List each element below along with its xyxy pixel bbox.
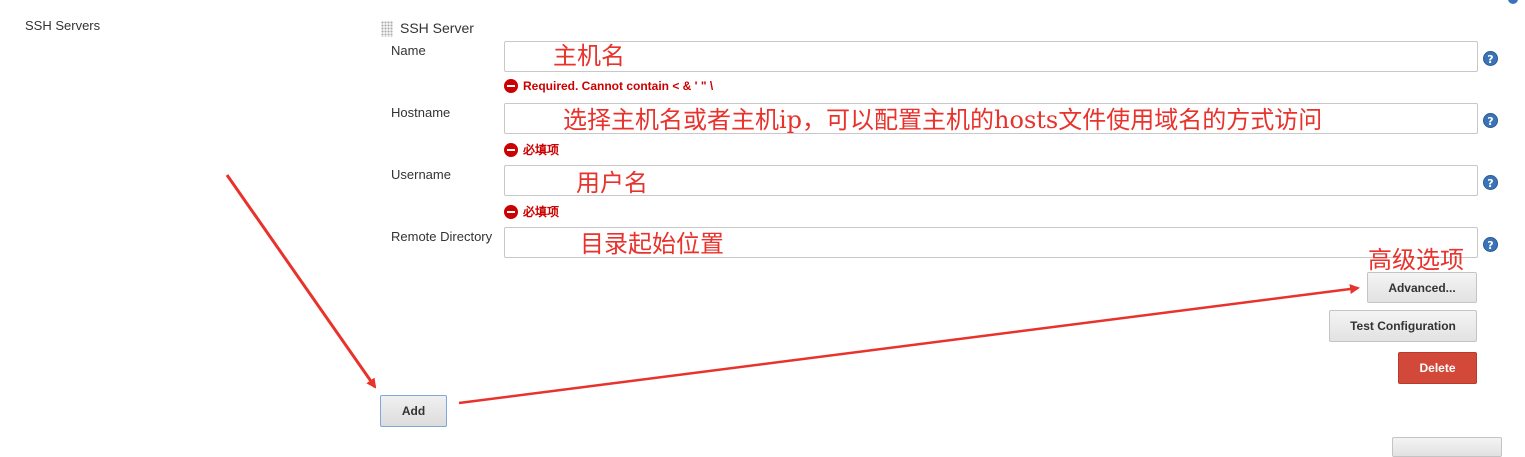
annotation-arrows	[225, 174, 1360, 405]
arrow-to-add	[225, 174, 377, 389]
arrow-to-advanced	[458, 284, 1360, 405]
